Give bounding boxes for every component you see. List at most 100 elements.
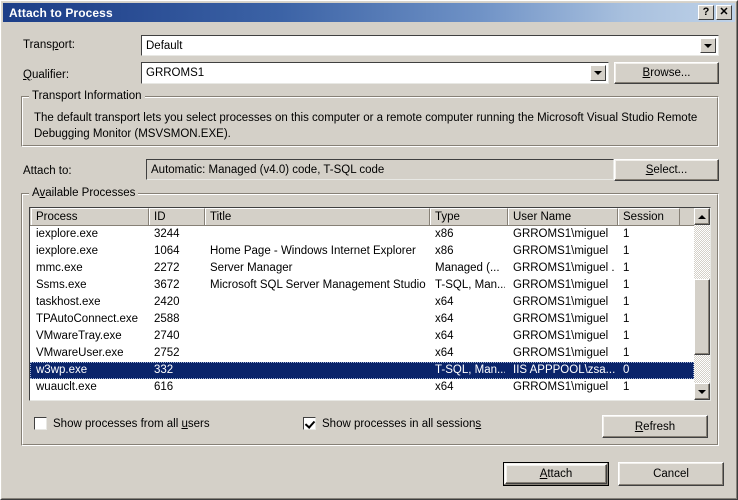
cell-session: 1 bbox=[623, 245, 630, 257]
transport-label: Transport: bbox=[23, 39, 76, 51]
cell-title bbox=[210, 294, 427, 311]
cell-type: T-SQL, Man... bbox=[435, 279, 505, 291]
cell-title: Microsoft SQL Server Management Studio bbox=[210, 279, 426, 291]
column-header-user-name[interactable]: User Name bbox=[508, 208, 618, 225]
cell-title bbox=[210, 345, 427, 362]
attach-to-process-dialog: Attach to Process ? ✕ Transport: Default… bbox=[0, 0, 738, 500]
cell-type: x64 bbox=[435, 330, 454, 342]
column-header-label: ID bbox=[154, 211, 166, 223]
transport-dropdown-arrow[interactable] bbox=[700, 38, 716, 53]
transport-information-description: The default transport lets you select pr… bbox=[34, 112, 698, 140]
cell-session: 1 bbox=[623, 296, 630, 308]
process-row[interactable]: iexplore.exe 1064 Home Page - Windows Inte… bbox=[30, 243, 694, 260]
column-header-label: User Name bbox=[513, 211, 572, 223]
cell-user: GRROMS1\miguel bbox=[513, 296, 609, 308]
scroll-up-icon bbox=[698, 214, 706, 219]
cell-id: 2272 bbox=[154, 262, 180, 274]
attach-button[interactable]: Attach bbox=[503, 462, 609, 486]
cell-type: x64 bbox=[435, 296, 454, 308]
process-list-body[interactable]: iexplore.exe 3244 x86 GRROMS1\miguel 1 iexplo… bbox=[30, 226, 694, 400]
show-all-users-checkbox[interactable]: Show processes from all users bbox=[34, 417, 210, 430]
column-header-id[interactable]: ID bbox=[149, 208, 205, 225]
cell-process: iexplore.exe bbox=[36, 228, 99, 240]
cell-title bbox=[210, 362, 427, 379]
select-button[interactable]: Select... bbox=[614, 159, 719, 181]
qualifier-value: GRROMS1 bbox=[146, 67, 205, 79]
cell-process: Ssms.exe bbox=[36, 279, 87, 291]
cell-title bbox=[210, 328, 427, 345]
cell-id: 2752 bbox=[154, 347, 180, 359]
cell-type: x64 bbox=[435, 347, 454, 359]
process-row[interactable]: VMwareTray.exe 2740 x64 GRROMS1\miguel 1 bbox=[30, 328, 694, 345]
scrollbar-thumb[interactable] bbox=[694, 278, 710, 355]
scroll-up-button[interactable] bbox=[694, 208, 710, 225]
transport-information-title: Transport Information bbox=[29, 90, 145, 102]
cell-session: 1 bbox=[623, 330, 630, 342]
close-button[interactable]: ✕ bbox=[716, 5, 732, 20]
cell-session: 1 bbox=[623, 313, 630, 325]
cell-user: GRROMS1\miguel bbox=[513, 330, 609, 342]
process-row[interactable]: wuauclt.exe 616 x64 GRROMS1\miguel 1 bbox=[30, 379, 694, 396]
column-header-label: Title bbox=[210, 211, 232, 223]
show-all-sessions-box[interactable] bbox=[303, 417, 316, 430]
cell-id: 332 bbox=[154, 364, 174, 376]
process-list[interactable]: Process ID Title Type User Name Session iexpl… bbox=[29, 207, 711, 401]
cell-user: GRROMS1\miguel bbox=[513, 381, 609, 393]
cell-process: TPAutoConnect.exe bbox=[36, 313, 139, 325]
cell-id: 1064 bbox=[154, 245, 180, 257]
process-row[interactable]: iexplore.exe 3244 x86 GRROMS1\miguel 1 bbox=[30, 226, 694, 243]
cell-title: Server Manager bbox=[210, 262, 293, 274]
cell-session: 1 bbox=[623, 347, 630, 359]
process-row[interactable]: TPAutoConnect.exe 2588 x64 GRROMS1\miguel 1 bbox=[30, 311, 694, 328]
help-button[interactable]: ? bbox=[698, 5, 714, 20]
cell-type: x64 bbox=[435, 381, 454, 393]
cell-session: 0 bbox=[623, 364, 630, 376]
cell-user: GRROMS1\miguel ... bbox=[513, 262, 615, 274]
cell-id: 2588 bbox=[154, 313, 180, 325]
cell-user: GRROMS1\miguel bbox=[513, 245, 609, 257]
cell-id: 616 bbox=[154, 381, 174, 393]
attach-to-label: Attach to: bbox=[23, 165, 72, 177]
refresh-button[interactable]: Refresh bbox=[602, 415, 708, 438]
column-header-title[interactable]: Title bbox=[205, 208, 430, 225]
cell-session: 1 bbox=[623, 262, 630, 274]
transport-combobox[interactable]: Default bbox=[141, 35, 719, 56]
process-row[interactable]: VMwareUser.exe 2752 x64 GRROMS1\miguel 1 bbox=[30, 345, 694, 362]
column-header-process[interactable]: Process bbox=[31, 208, 149, 225]
qualifier-combobox[interactable]: GRROMS1 bbox=[141, 62, 609, 84]
scroll-down-button[interactable] bbox=[694, 383, 710, 400]
column-header-session[interactable]: Session bbox=[618, 208, 680, 225]
qualifier-dropdown-arrow[interactable] bbox=[590, 65, 606, 81]
cancel-button[interactable]: Cancel bbox=[618, 462, 724, 486]
process-row[interactable]: w3wp.exe 332 T-SQL, Man... IIS APPPOOL\zsa.… bbox=[30, 362, 694, 379]
column-header-label: Type bbox=[435, 211, 460, 223]
cell-user: IIS APPPOOL\zsa... bbox=[513, 364, 615, 376]
cell-process: wuauclt.exe bbox=[36, 381, 97, 393]
scroll-down-icon bbox=[698, 389, 706, 394]
process-row[interactable]: Ssms.exe 3672 Microsoft SQL Server Managem… bbox=[30, 277, 694, 294]
cell-type: T-SQL, Man... bbox=[435, 364, 505, 376]
column-header-type[interactable]: Type bbox=[430, 208, 508, 225]
cell-process: iexplore.exe bbox=[36, 245, 99, 257]
show-all-sessions-checkbox[interactable]: Show processes in all sessions bbox=[303, 417, 481, 430]
cell-user: GRROMS1\miguel bbox=[513, 279, 609, 291]
cell-type: Managed (... bbox=[435, 262, 500, 274]
cell-title bbox=[210, 379, 427, 396]
title-bar[interactable]: Attach to Process ? ✕ bbox=[3, 3, 735, 22]
show-all-users-label: Show processes from all users bbox=[53, 417, 210, 430]
window-title: Attach to Process bbox=[9, 5, 113, 20]
attach-to-value: Automatic: Managed (v4.0) code, T-SQL co… bbox=[151, 163, 385, 176]
show-all-sessions-label: Show processes in all sessions bbox=[322, 417, 482, 430]
process-list-scrollbar[interactable] bbox=[694, 208, 710, 400]
cell-user: GRROMS1\miguel bbox=[513, 228, 609, 240]
cell-id: 2420 bbox=[154, 296, 180, 308]
cell-type: x64 bbox=[435, 313, 454, 325]
process-row[interactable]: taskhost.exe 2420 x64 GRROMS1\miguel 1 bbox=[30, 294, 694, 311]
cell-session: 1 bbox=[623, 228, 630, 240]
show-all-users-box[interactable] bbox=[34, 417, 47, 430]
process-row[interactable]: mmc.exe 2272 Server Manager Managed (... GRR… bbox=[30, 260, 694, 277]
transport-information-group: Transport Information The default transp… bbox=[21, 90, 719, 147]
cell-id: 2740 bbox=[154, 330, 180, 342]
cell-title bbox=[210, 311, 427, 328]
browse-button[interactable]: Browse... bbox=[614, 62, 719, 84]
